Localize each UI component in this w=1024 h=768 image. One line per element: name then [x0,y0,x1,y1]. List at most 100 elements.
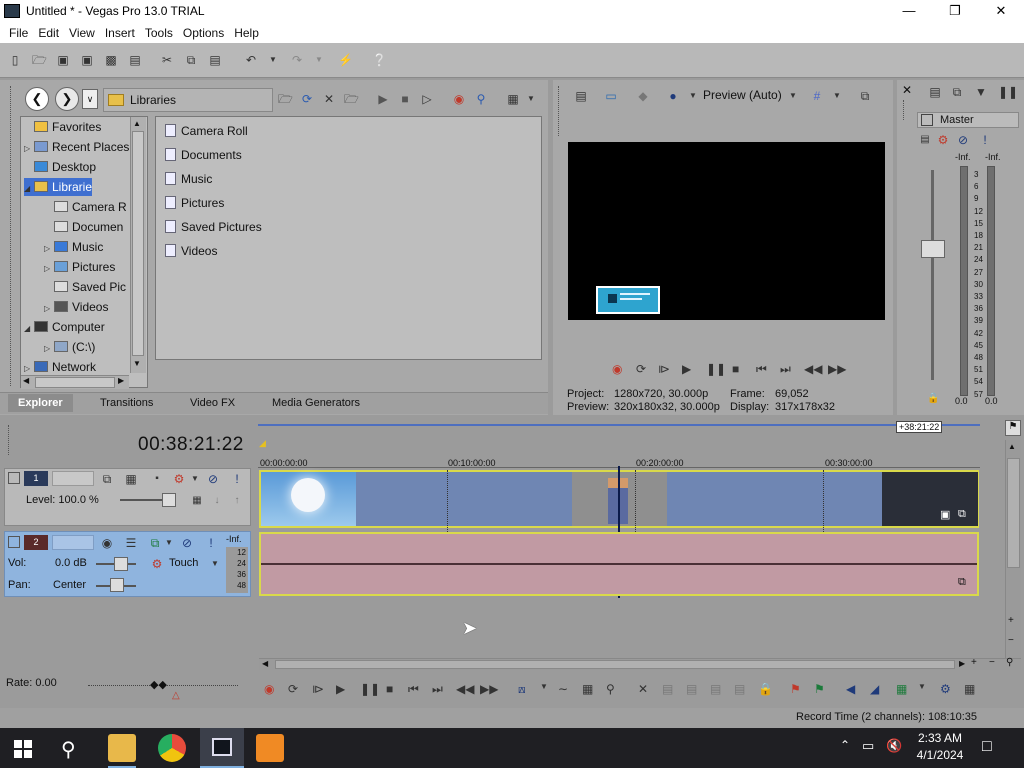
menu-tools[interactable]: Tools [140,26,178,40]
tl-stop-icon[interactable]: ■ [386,682,393,696]
master-properties-icon[interactable]: ▤ [928,85,942,99]
next-frame-icon[interactable]: ▶▶ [828,362,846,376]
zoom-in-horizontal-icon[interactable]: + [971,657,977,668]
loop-playback-icon[interactable]: ⟳ [636,362,646,376]
split-screen-icon[interactable]: ◆ [636,89,650,103]
track2-solo-icon[interactable]: ! [204,536,218,550]
timeline-grip[interactable] [8,425,11,455]
stop-preview-icon[interactable]: ■ [398,92,412,106]
play-icon[interactable]: ▶ [682,362,691,376]
undo-dropdown-icon[interactable]: ▼ [266,53,280,67]
tree-expander-icon[interactable]: ▷ [24,360,34,376]
zoom-out-vertical-icon[interactable]: − [1008,635,1014,646]
track2-pan-thumb[interactable] [110,578,124,592]
tree-expander-icon[interactable]: ▷ [44,240,54,256]
zoom-edit-tool-icon[interactable]: ⚲ [606,682,615,696]
tree-item[interactable]: ◢ Libraries [24,178,92,196]
whats-this-help-icon[interactable]: ❔ [372,53,387,67]
loop-region-bar[interactable] [258,420,980,426]
vscroll-thumb[interactable] [1007,458,1020,568]
panel-grip[interactable] [10,86,13,386]
stop-icon[interactable]: ■ [732,362,739,376]
pause-icon[interactable]: ❚❚ [706,362,726,376]
vegas-taskbar-button[interactable] [200,728,244,768]
file-list-item[interactable]: Music [165,169,212,189]
event-pan-crop-icon[interactable]: ▣ [940,508,950,521]
new-icon[interactable]: ▯ [8,53,22,67]
tl-record-icon[interactable]: ◉ [264,682,274,696]
master-fader-knob[interactable] [921,240,945,258]
file-list-item[interactable]: Pictures [165,193,224,213]
menu-file[interactable]: File [4,26,33,40]
track1-level-thumb[interactable] [162,493,176,507]
insert-marker-icon[interactable]: ⚑ [790,682,801,696]
tl-loop-icon[interactable]: ⟳ [288,682,298,696]
scroll-left-icon[interactable]: ◀ [23,376,29,385]
trim-start-icon[interactable]: ▤ [686,682,697,696]
menu-help[interactable]: Help [229,26,264,40]
minimize-button[interactable]: — [886,0,932,22]
previous-frame-icon[interactable]: ◀◀ [804,362,822,376]
tree-item[interactable]: ▷ Recent Places [24,138,136,156]
preview-properties-icon[interactable]: ▤ [574,89,588,103]
tl-play-icon[interactable]: ▶ [336,682,345,696]
views-icon[interactable]: ▦ [506,92,520,106]
save-as-icon[interactable]: ▣ [80,53,94,67]
track1-solo-icon[interactable]: ! [230,472,244,486]
windows-start-icon[interactable] [14,740,32,758]
zoom-in-vertical-icon[interactable]: + [1008,615,1014,626]
get-media-icon[interactable]: ◉ [452,92,466,106]
scroll-right-icon[interactable]: ▶ [118,376,124,385]
track2-name-field[interactable] [52,535,94,550]
track1-fx-dropdown-icon[interactable]: ▼ [188,472,202,486]
rate-thumb-icon[interactable]: ◆◆ [150,678,167,691]
event-fx-icon[interactable]: ⧉ [958,508,966,521]
track1-automation-icon[interactable]: ▪ [150,472,164,486]
master-lock-icon[interactable]: 🔒 [927,393,939,404]
snapping-icon[interactable]: ▦ [896,682,907,696]
master-fx-gear-icon[interactable]: ⚙ [936,133,950,147]
scroll-down-icon[interactable]: ▼ [133,359,141,368]
tree-horizontal-scrollbar[interactable]: ◀ ▶ [21,375,129,389]
hscroll-left-icon[interactable]: ◀ [262,659,268,668]
hscroll-thumb[interactable] [275,660,955,669]
file-list-item[interactable]: Saved Pictures [165,217,262,237]
tl-go-end-icon[interactable]: ⏭ [432,682,443,697]
menu-insert[interactable]: Insert [100,26,140,40]
master-insert-fx-icon[interactable]: ▤ [918,133,932,147]
zoom-out-horizontal-icon[interactable]: − [989,657,995,668]
track2-arm-record-icon[interactable]: ◉ [100,536,114,550]
tl-next-frame-icon[interactable]: ▶▶ [480,682,498,696]
tab-transitions[interactable]: Transitions [90,394,163,412]
new-folder-icon[interactable]: 🗁 [344,92,359,106]
file-list-item[interactable]: Documents [165,145,242,165]
vscroll-up-icon[interactable]: ▲ [1008,442,1016,451]
tree-expander-icon[interactable]: ▷ [44,300,54,316]
location-bar[interactable]: Libraries [103,88,273,112]
forward-button[interactable]: ❯ [55,87,79,111]
track1-name-field[interactable] [52,471,94,486]
auto-preview-icon[interactable]: ▷ [420,92,434,106]
track2-automation-gear-icon[interactable]: ⚙ [150,557,164,571]
delete-event-icon[interactable]: ✕ [638,682,648,696]
play-from-start-icon[interactable]: ⧐ [658,362,670,376]
tree-vertical-scrollbar[interactable]: ▲ ▼ [130,117,146,373]
snapping-dropdown-icon[interactable]: ▼ [918,682,926,691]
envelope-tool-icon[interactable]: ∼ [558,682,568,696]
track2-vol-thumb[interactable] [114,557,128,571]
play-preview-icon[interactable]: ▶ [376,92,390,106]
timeline-vertical-scrollbar[interactable]: ▲ + − [1005,440,1021,668]
tl-play-from-start-icon[interactable]: ⧐ [312,682,324,696]
video-fx-icon[interactable]: ● [666,89,680,103]
track2-insert-fx-icon[interactable]: ⧉ [148,536,162,550]
quality-dropdown-icon[interactable]: ▼ [786,89,800,103]
selection-tool-icon[interactable]: ▦ [582,682,593,696]
app-taskbar-icon[interactable] [256,734,284,762]
tab-media-generators[interactable]: Media Generators [262,394,370,412]
trim-icon[interactable]: ▤ [662,682,673,696]
delete-icon[interactable]: ✕ [322,92,336,106]
show-hidden-icons-icon[interactable]: ⌃ [840,738,850,752]
open-icon[interactable]: 🗁 [32,53,47,67]
tl-prev-frame-icon[interactable]: ◀◀ [456,682,474,696]
master-solo-icon[interactable]: ! [978,133,992,147]
